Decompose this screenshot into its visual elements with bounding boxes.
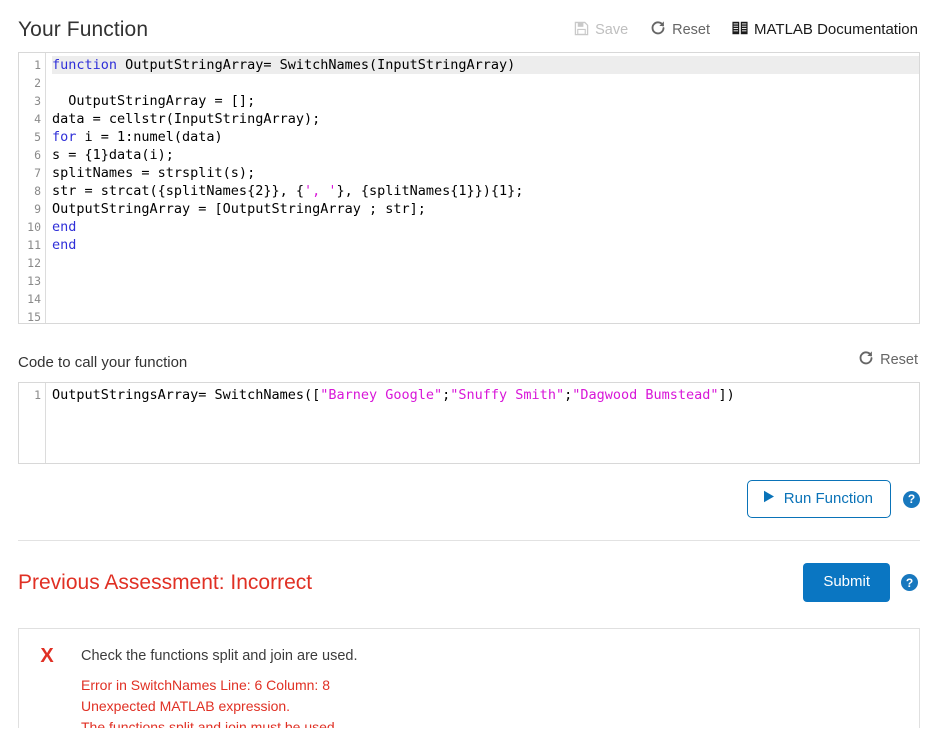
line-number: 2 [19, 74, 41, 92]
line-number: 9 [19, 200, 41, 218]
code-token: data = cellstr(InputStringArray); [52, 111, 320, 127]
editor-toolbar: Save Reset [574, 20, 918, 42]
line-number: 5 [19, 128, 41, 146]
assessment-feedback-panel: X Check the functions split and join are… [18, 628, 920, 728]
code-token: i = 1:numel(data) [76, 129, 222, 145]
code-line: s = {1}data(i); [52, 146, 919, 164]
line-number: 14 [19, 290, 41, 308]
code-line [52, 290, 919, 308]
line-number: 1 [19, 386, 41, 404]
reset-function-button[interactable]: Reset [650, 20, 710, 40]
function-code-editor[interactable]: 123456789101112131415 function OutputStr… [18, 52, 920, 324]
code-token: ', ' [304, 183, 337, 199]
code-token: "Dagwood Bumstead" [572, 387, 718, 403]
feedback-error-line: Unexpected MATLAB expression. [81, 696, 899, 717]
code-line: splitNames = strsplit(s); [52, 164, 919, 182]
code-line [52, 308, 919, 323]
line-number: 1 [19, 56, 41, 74]
code-token: ; [564, 387, 572, 403]
call-editor-gutter: 1 [19, 383, 46, 463]
reset-icon [858, 350, 874, 370]
call-code-editor[interactable]: 1 OutputStringsArray= SwitchNames(["Barn… [18, 382, 920, 464]
play-icon [763, 490, 775, 507]
assessment-actions: Submit ? [803, 563, 918, 602]
code-line: function OutputStringArray= SwitchNames(… [52, 56, 919, 74]
code-line [52, 254, 919, 272]
reset-icon [650, 20, 666, 40]
submit-help-icon[interactable]: ? [901, 574, 918, 591]
line-number: 6 [19, 146, 41, 164]
code-token: end [52, 237, 76, 253]
call-toolbar: Reset [858, 350, 918, 372]
code-token: s = {1}data(i); [52, 147, 174, 163]
code-line: end [52, 218, 919, 236]
code-token: "Snuffy Smith" [450, 387, 564, 403]
save-label: Save [595, 22, 628, 38]
matlab-documentation-link[interactable]: MATLAB Documentation [732, 21, 918, 39]
book-icon [732, 21, 748, 39]
line-number: 15 [19, 308, 41, 324]
code-line: OutputStringArray = []; [52, 92, 919, 110]
function-editor-gutter: 123456789101112131415 [19, 53, 46, 323]
code-line [52, 74, 919, 92]
code-line: OutputStringsArray= SwitchNames(["Barney… [52, 386, 919, 404]
code-line: for i = 1:numel(data) [52, 128, 919, 146]
reset-call-button[interactable]: Reset [858, 350, 918, 370]
matlab-documentation-label: MATLAB Documentation [754, 22, 918, 38]
incorrect-icon: X [39, 647, 55, 665]
save-button[interactable]: Save [574, 21, 628, 40]
feedback-error-list: Error in SwitchNames Line: 6 Column: 8Un… [81, 675, 899, 728]
code-line: OutputStringArray = [OutputStringArray ;… [52, 200, 919, 218]
assessment-title: Previous Assessment: Incorrect [18, 571, 312, 595]
feedback-body: Check the functions split and join are u… [81, 647, 899, 728]
code-line: data = cellstr(InputStringArray); [52, 110, 919, 128]
code-token: ]) [719, 387, 735, 403]
line-number: 13 [19, 272, 41, 290]
run-function-row: Run Function ? [18, 480, 920, 518]
line-number: 10 [19, 218, 41, 236]
run-function-button[interactable]: Run Function [747, 480, 891, 518]
feedback-message: Check the functions split and join are u… [81, 647, 899, 665]
code-token: OutputStringArray= SwitchNames(InputStri… [117, 57, 515, 73]
code-line: str = strcat({splitNames{2}}, {', '}, {s… [52, 182, 919, 200]
line-number: 8 [19, 182, 41, 200]
code-token: OutputStringArray = []; [52, 93, 255, 109]
page-title: Your Function [18, 18, 148, 42]
code-token: for [52, 129, 76, 145]
save-icon [574, 21, 589, 40]
line-number: 11 [19, 236, 41, 254]
code-token: }, {splitNames{1}}){1}; [336, 183, 523, 199]
code-token: end [52, 219, 76, 235]
reset-label: Reset [672, 22, 710, 38]
code-token: OutputStringArray = [OutputStringArray ;… [52, 201, 426, 217]
code-line [52, 272, 919, 290]
line-number: 3 [19, 92, 41, 110]
feedback-error-line: The functions split and join must be use… [81, 717, 899, 728]
call-editor-code[interactable]: OutputStringsArray= SwitchNames(["Barney… [46, 383, 919, 463]
section-divider [18, 540, 920, 541]
code-token: str = strcat({splitNames{2}}, { [52, 183, 304, 199]
code-line: end [52, 236, 919, 254]
reset-call-label: Reset [880, 352, 918, 368]
code-token: function [52, 57, 117, 73]
line-number: 4 [19, 110, 41, 128]
call-section-header: Code to call your function Reset [0, 350, 938, 372]
run-help-icon[interactable]: ? [903, 491, 920, 508]
code-token: "Barney Google" [320, 387, 442, 403]
code-token: splitNames = strsplit(s); [52, 165, 255, 181]
function-section-header: Your Function Save [0, 18, 938, 42]
line-number: 12 [19, 254, 41, 272]
call-section-title: Code to call your function [18, 354, 187, 372]
feedback-row: X Check the functions split and join are… [39, 647, 899, 728]
feedback-error-line: Error in SwitchNames Line: 6 Column: 8 [81, 675, 899, 696]
run-function-label: Run Function [784, 491, 873, 507]
function-editor-code[interactable]: function OutputStringArray= SwitchNames(… [46, 53, 919, 323]
line-number: 7 [19, 164, 41, 182]
assessment-header: Previous Assessment: Incorrect Submit ? [0, 563, 938, 602]
code-token: OutputStringsArray= SwitchNames([ [52, 387, 320, 403]
matlab-grader-page: Your Function Save [0, 18, 938, 754]
submit-button[interactable]: Submit [803, 563, 890, 602]
